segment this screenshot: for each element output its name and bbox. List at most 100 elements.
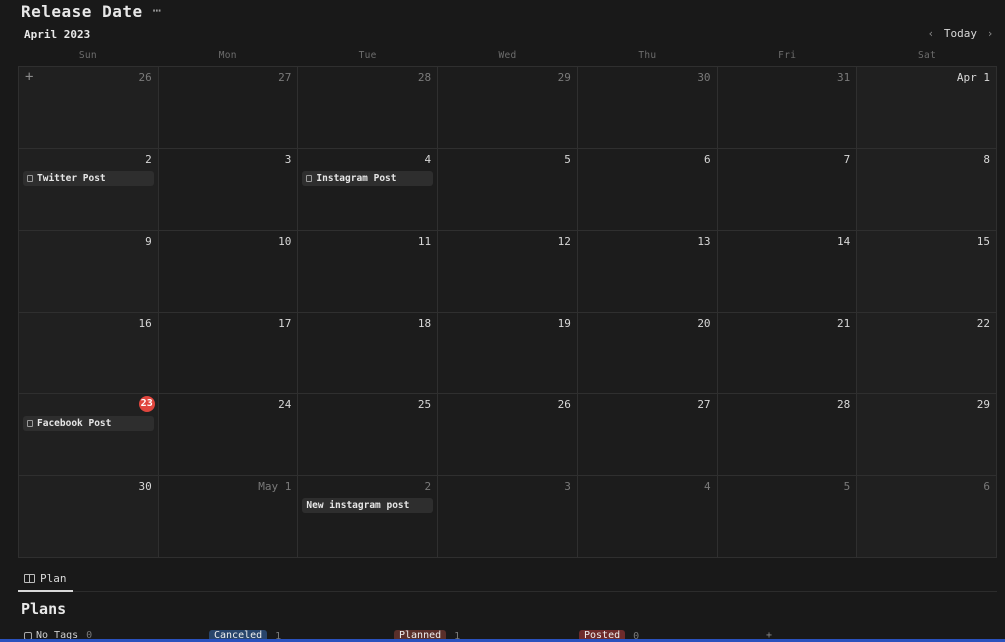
day-cell[interactable]: 30 — [577, 67, 718, 149]
day-number: 3 — [284, 152, 292, 166]
day-cell[interactable]: 2 New instagram post — [298, 476, 439, 558]
page-title: Release Date — [21, 1, 143, 21]
event-title: Twitter Post — [37, 172, 106, 184]
day-cell[interactable]: Apr 1 — [857, 67, 997, 149]
day-cell[interactable]: 21 — [717, 312, 858, 395]
day-number: 22 — [976, 316, 990, 330]
weekday-tue: Tue — [358, 50, 377, 61]
day-number: 8 — [983, 152, 990, 166]
day-cell[interactable]: 26 — [438, 394, 578, 477]
day-cell[interactable]: 12 — [438, 230, 578, 313]
event-title: Facebook Post — [37, 418, 112, 430]
day-number: 31 — [837, 71, 851, 84]
day-cell[interactable]: 18 — [298, 312, 439, 395]
more-options-icon[interactable]: ⋯ — [153, 4, 161, 18]
day-number: Apr 1 — [956, 71, 990, 84]
weekday-sat: Sat — [918, 50, 937, 61]
day-number: May 1 — [258, 480, 292, 494]
day-number: 30 — [697, 71, 711, 84]
day-number: 27 — [278, 71, 292, 84]
day-cell[interactable]: May 1 — [158, 476, 299, 558]
day-number: 4 — [424, 152, 432, 166]
day-number: 14 — [837, 234, 851, 248]
day-cell[interactable]: 8 — [857, 148, 997, 231]
event-card[interactable]: New instagram post — [302, 498, 434, 514]
day-number: 24 — [278, 398, 292, 412]
day-number: 4 — [703, 480, 711, 494]
day-cell[interactable]: 3 — [158, 148, 299, 231]
chevron-right-icon[interactable]: › — [985, 27, 995, 40]
weekday-wed: Wed — [498, 50, 517, 61]
day-cell[interactable]: 7 — [717, 148, 858, 231]
chevron-left-icon[interactable]: ‹ — [926, 27, 936, 40]
day-number: 13 — [697, 234, 711, 248]
day-cell[interactable]: 27 — [577, 394, 718, 477]
day-number: 6 — [983, 480, 990, 494]
event-title: Instagram Post — [316, 172, 397, 184]
day-cell[interactable]: 15 — [857, 230, 997, 313]
day-cell[interactable]: + 26 — [19, 67, 159, 149]
day-cell[interactable]: 31 — [717, 67, 858, 149]
page-icon — [27, 420, 33, 428]
tab-plan[interactable]: Plan — [18, 566, 73, 592]
section-title: Plans — [21, 600, 67, 618]
day-cell[interactable]: 9 — [19, 230, 159, 313]
month-label: April 2023 — [24, 28, 91, 41]
calendar-grid: + 26 27 28 29 30 31 Apr 1 2 Twitter Post… — [18, 66, 997, 558]
day-cell[interactable]: 24 — [158, 394, 299, 477]
day-cell[interactable]: 25 — [298, 394, 439, 477]
day-cell[interactable]: 16 — [19, 312, 159, 395]
day-number: 18 — [417, 316, 432, 330]
day-cell[interactable]: 13 — [577, 230, 718, 313]
day-cell[interactable]: 3 — [438, 476, 578, 558]
day-cell[interactable]: 27 — [158, 67, 299, 149]
weekday-mon: Mon — [218, 50, 237, 61]
day-number: 17 — [278, 316, 292, 330]
day-number: 9 — [145, 234, 152, 248]
day-number: 19 — [557, 316, 571, 330]
day-cell[interactable]: 22 — [857, 312, 997, 395]
day-number: 2 — [424, 480, 432, 494]
day-cell[interactable]: 10 — [158, 230, 299, 313]
day-cell[interactable]: 28 — [717, 394, 858, 477]
weekday-sun: Sun — [78, 50, 97, 61]
day-number: 16 — [138, 316, 152, 330]
day-cell[interactable]: 5 — [438, 148, 578, 231]
day-cell[interactable]: 4 Instagram Post — [298, 148, 439, 231]
day-cell[interactable]: 19 — [438, 312, 578, 395]
day-number: 29 — [557, 71, 571, 84]
day-number: 25 — [417, 398, 432, 412]
page-header: Release Date ⋯ — [21, 0, 161, 22]
event-card[interactable]: Facebook Post — [23, 416, 154, 432]
day-cell[interactable]: 6 — [857, 476, 997, 558]
day-cell[interactable]: 23 Facebook Post — [19, 394, 159, 477]
day-cell[interactable]: 5 — [717, 476, 858, 558]
board-icon — [24, 573, 35, 583]
view-tabs: Plan — [18, 566, 997, 592]
day-cell[interactable]: 28 — [298, 67, 439, 149]
today-button[interactable]: Today — [944, 27, 977, 40]
day-number: 5 — [564, 152, 571, 166]
day-cell[interactable]: 20 — [577, 312, 718, 395]
day-cell[interactable]: 4 — [577, 476, 718, 558]
weekday-header: Sun Mon Tue Wed Thu Fri Sat — [18, 50, 997, 64]
event-card[interactable]: Instagram Post — [302, 170, 434, 186]
day-cell[interactable]: 30 — [19, 476, 159, 558]
day-number: 7 — [843, 152, 851, 166]
add-event-icon[interactable]: + — [25, 69, 33, 85]
event-card[interactable]: Twitter Post — [23, 170, 154, 186]
day-cell[interactable]: 14 — [717, 230, 858, 313]
calendar-nav: ‹ Today › — [926, 27, 995, 40]
day-cell[interactable]: 29 — [438, 67, 578, 149]
day-cell[interactable]: 6 — [577, 148, 718, 231]
day-number: 20 — [697, 316, 711, 330]
day-cell[interactable]: 17 — [158, 312, 299, 395]
day-number: 6 — [703, 152, 711, 166]
day-number: 5 — [843, 480, 851, 494]
day-number: 27 — [697, 398, 711, 412]
day-cell[interactable]: 2 Twitter Post — [19, 148, 159, 231]
day-cell[interactable]: 11 — [298, 230, 439, 313]
day-number: 10 — [278, 234, 292, 248]
day-number: 28 — [417, 71, 432, 84]
day-cell[interactable]: 29 — [857, 394, 997, 477]
